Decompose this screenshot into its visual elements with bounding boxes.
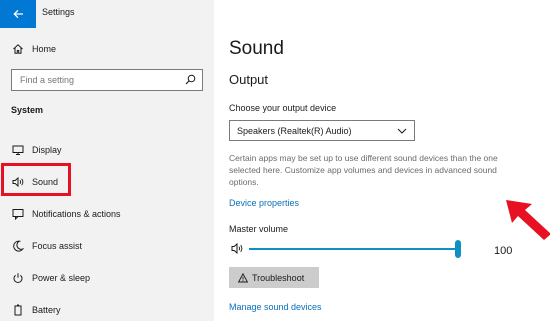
master-volume-value: 100 <box>494 245 513 257</box>
sidebar-item-label: Battery <box>32 305 61 315</box>
volume-slider-thumb[interactable] <box>455 240 461 258</box>
annotation-arrow-icon <box>506 200 550 240</box>
sidebar: Settings Home Find a setting System Disp… <box>0 0 214 321</box>
warning-icon <box>238 272 248 282</box>
device-properties-link[interactable]: Device properties <box>229 198 299 208</box>
chevron-down-icon <box>397 128 407 134</box>
sidebar-item-battery[interactable]: Battery <box>0 295 214 321</box>
sidebar-item-power-sleep[interactable]: Power & sleep <box>0 263 214 293</box>
section-header-system: System <box>11 105 44 115</box>
sidebar-item-label: Notifications & actions <box>32 209 121 219</box>
output-device-value: Speakers (Realtek(R) Audio) <box>237 126 352 136</box>
monitor-icon <box>11 143 25 157</box>
sidebar-item-label: Home <box>32 44 57 54</box>
title-bar: Settings <box>0 0 214 28</box>
master-volume-label: Master volume <box>229 224 289 234</box>
app-title: Settings <box>42 7 75 17</box>
output-device-dropdown[interactable]: Speakers (Realtek(R) Audio) <box>229 120 415 141</box>
sidebar-item-focus-assist[interactable]: Focus assist <box>0 231 214 261</box>
manage-sound-devices-link[interactable]: Manage sound devices <box>229 302 322 312</box>
sidebar-item-label: Focus assist <box>32 241 83 251</box>
output-section-title: Output <box>229 72 269 87</box>
sidebar-item-label: Display <box>32 145 62 155</box>
sidebar-item-label: Power & sleep <box>32 273 91 283</box>
sidebar-item-display[interactable]: Display <box>0 135 214 165</box>
volume-slider-track[interactable] <box>249 248 457 250</box>
sound-highlight-box <box>1 163 71 196</box>
home-icon <box>11 42 25 56</box>
search-placeholder: Find a setting <box>20 75 75 85</box>
sidebar-item-notifications[interactable]: Notifications & actions <box>0 199 214 229</box>
sidebar-item-home[interactable]: Home <box>0 34 214 64</box>
battery-icon <box>11 303 25 317</box>
search-icon <box>185 74 196 85</box>
output-device-label: Choose your output device <box>229 103 337 113</box>
back-button[interactable] <box>0 0 36 28</box>
output-description: Certain apps may be set up to use differ… <box>229 153 498 187</box>
troubleshoot-button[interactable]: Troubleshoot <box>229 267 319 288</box>
troubleshoot-label: Troubleshoot <box>252 272 305 283</box>
search-input[interactable]: Find a setting <box>11 69 203 91</box>
main-content: Sound Output Choose your output device S… <box>214 0 550 321</box>
power-icon <box>11 271 25 285</box>
moon-icon <box>11 239 25 253</box>
speaker-volume-icon[interactable] <box>231 242 244 255</box>
back-arrow-icon <box>12 9 23 19</box>
page-title: Sound <box>229 38 284 59</box>
notification-icon <box>11 207 25 221</box>
